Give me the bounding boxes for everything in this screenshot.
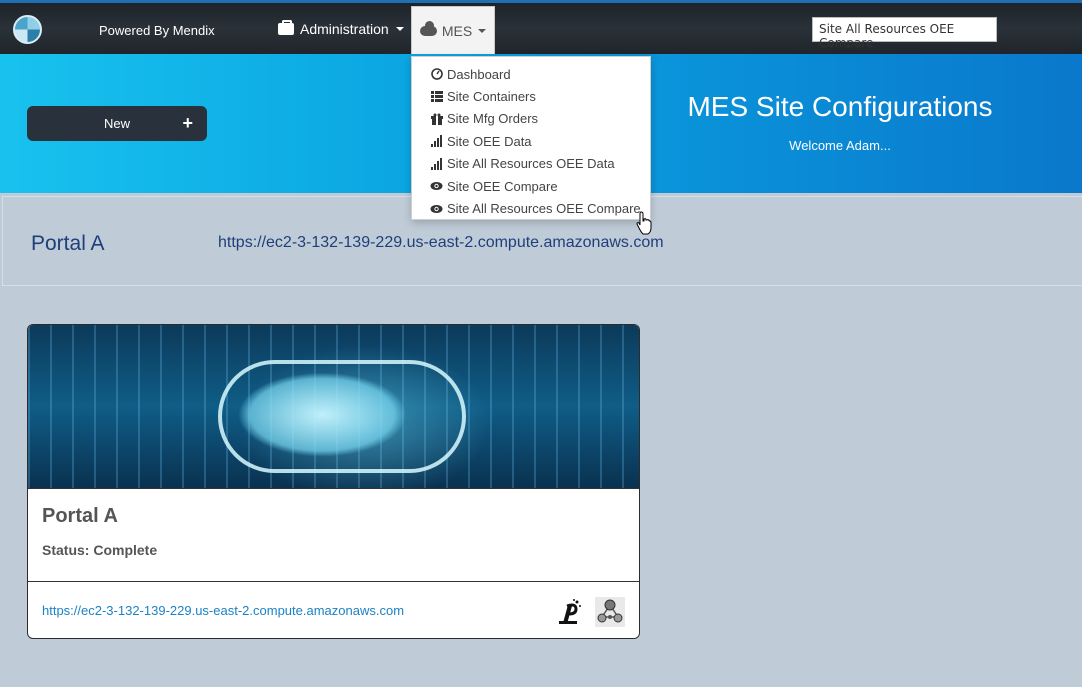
new-button-label: New <box>103 116 130 131</box>
cloud-icon <box>419 20 437 36</box>
administration-menu[interactable]: Administration <box>278 20 404 37</box>
mes-menu[interactable]: MES <box>411 6 495 55</box>
new-button[interactable]: New + <box>27 106 207 141</box>
hand-pointer-cursor-icon <box>636 211 652 235</box>
menu-item-label: Site All Resources OEE Compare <box>447 201 641 217</box>
signal-icon <box>430 157 443 170</box>
network-nodes-icon[interactable] <box>595 597 625 627</box>
portal-card: Portal A Status: Complete https://ec2-3-… <box>27 324 640 639</box>
portal-name: Portal A <box>31 232 105 255</box>
briefcase-icon <box>278 20 294 35</box>
menu-item-site-all-resources-oee-compare[interactable]: Site All Resources OEE Compare <box>412 197 650 219</box>
page-title: MES Site Configurations <box>687 91 993 122</box>
list-icon <box>430 91 443 103</box>
menu-item-site-all-resources-oee-data[interactable]: Site All Resources OEE Data <box>412 153 650 175</box>
eye-icon <box>430 180 443 192</box>
menu-item-site-containers[interactable]: Site Containers <box>412 85 650 107</box>
card-footer: https://ec2-3-132-139-229.us-east-2.comp… <box>28 581 639 638</box>
menu-item-site-mfg-orders[interactable]: Site Mfg Orders <box>412 108 650 130</box>
top-navbar: Powered By Mendix Administration MES Sit… <box>0 0 1082 55</box>
caret-down-icon <box>395 27 404 31</box>
cloud-banner-image <box>28 325 639 489</box>
dashboard-icon <box>430 68 443 80</box>
mes-label: MES <box>441 22 473 39</box>
menu-item-label: Site OEE Data <box>447 133 532 149</box>
brand-label: Powered By Mendix <box>99 23 215 38</box>
mes-dropdown-menu: Dashboard Site Containers Site Mfg Order… <box>411 56 651 220</box>
menu-item-site-oee-data[interactable]: Site OEE Data <box>412 130 650 152</box>
wizard-icon[interactable] <box>554 597 584 627</box>
card-status: Status: Complete <box>42 542 158 558</box>
welcome-text: Welcome Adam... <box>789 138 891 153</box>
caret-down-icon <box>478 28 487 33</box>
administration-label: Administration <box>300 21 389 37</box>
menu-item-site-oee-compare[interactable]: Site OEE Compare <box>412 175 650 197</box>
menu-item-dashboard[interactable]: Dashboard <box>412 63 650 85</box>
menu-item-label: Site Mfg Orders <box>447 111 539 127</box>
plus-icon: + <box>182 113 193 133</box>
menu-item-label: Site All Resources OEE Data <box>447 156 615 172</box>
eye-icon <box>430 203 443 215</box>
card-title: Portal A <box>42 505 118 527</box>
signal-icon <box>430 135 443 148</box>
app-logo-icon[interactable] <box>13 15 42 44</box>
card-url-link[interactable]: https://ec2-3-132-139-229.us-east-2.comp… <box>42 603 404 618</box>
portal-url: https://ec2-3-132-139-229.us-east-2.comp… <box>218 234 664 251</box>
gift-icon <box>430 113 443 125</box>
menu-item-label: Site OEE Compare <box>447 178 558 194</box>
page-search-box[interactable]: Site All Resources OEE Compare <box>812 17 997 50</box>
menu-item-label: Site Containers <box>447 89 536 105</box>
menu-item-label: Dashboard <box>447 66 511 82</box>
